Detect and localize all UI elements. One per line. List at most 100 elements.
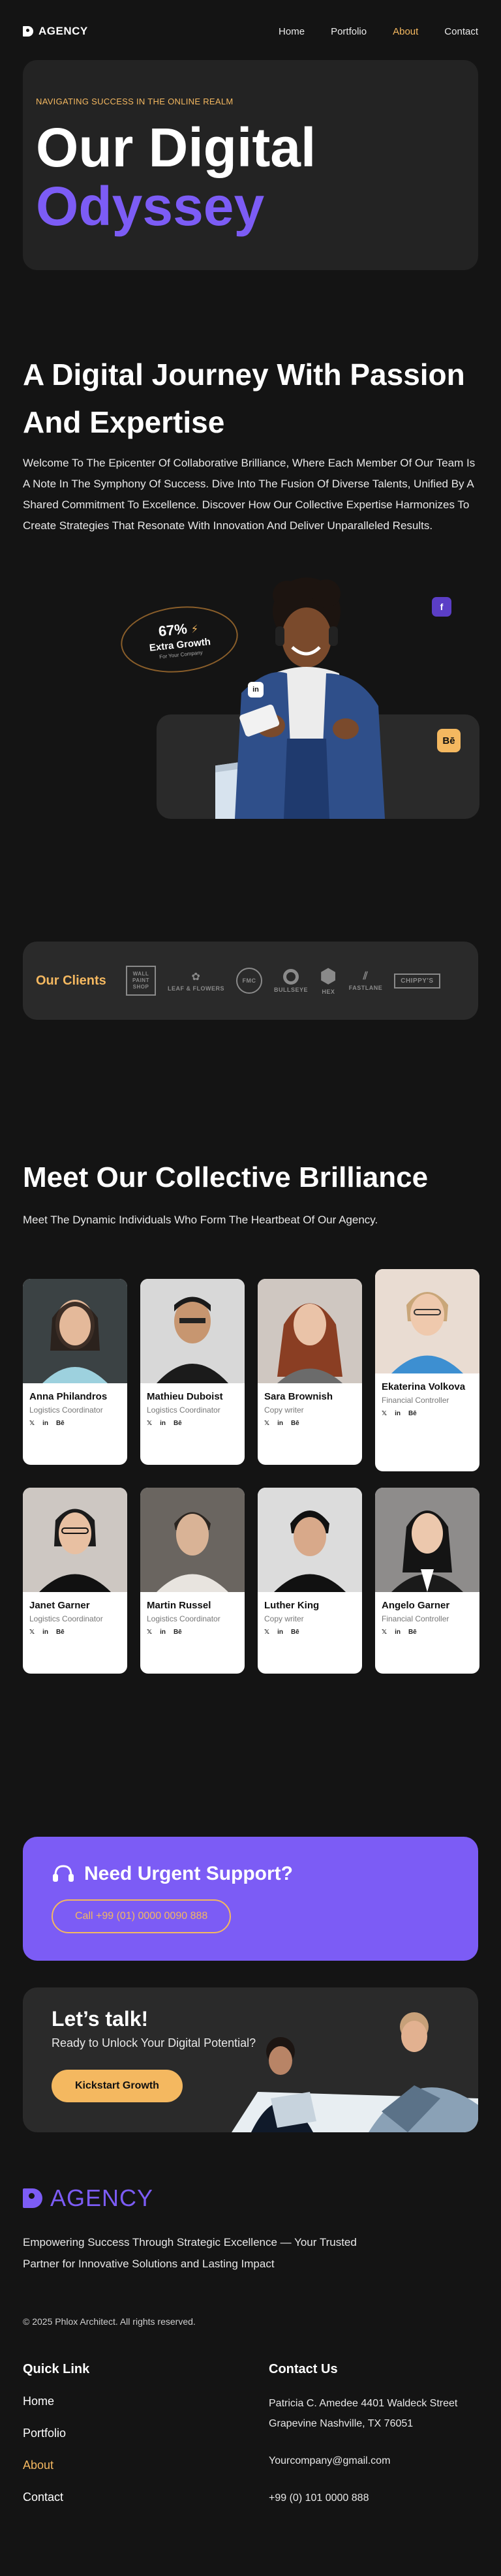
team-meeting-photo (232, 2012, 478, 2132)
contact-address-line1: Patricia C. Amedee 4401 Waldeck Street (269, 2398, 458, 2409)
footer-link-portfolio[interactable]: Portfolio (23, 2427, 66, 2440)
linkedin-icon[interactable]: in (42, 1420, 48, 1427)
hero-kicker: NAVIGATING SUCCESS IN THE ONLINE REALM (36, 97, 234, 106)
behance-icon[interactable]: Bē (408, 1410, 417, 1417)
linkedin-icon[interactable]: in (160, 1629, 166, 1636)
x-icon[interactable]: 𝕏 (147, 1420, 152, 1427)
behance-icon[interactable]: Bē (437, 729, 461, 752)
client-logo-wallpaint: WALL PAINT SHOP (126, 966, 156, 996)
footer-brand-name: AGENCY (50, 2185, 154, 2211)
headset-icon (53, 1865, 74, 1882)
talk-banner: Let’s talk! Ready to Unlock Your Digital… (23, 1987, 478, 2132)
x-icon[interactable]: 𝕏 (147, 1629, 152, 1636)
nav-link-contact[interactable]: Contact (444, 26, 478, 37)
team-card[interactable]: Luther King Copy writer 𝕏in Bē (258, 1488, 362, 1674)
team-card[interactable]: Janet Garner Logistics Coordinator 𝕏in Bē (23, 1488, 127, 1674)
linkedin-icon[interactable]: in (277, 1629, 283, 1636)
member-photo (375, 1488, 479, 1592)
behance-icon[interactable]: Bē (291, 1629, 299, 1636)
member-photo (23, 1279, 127, 1383)
linkedin-icon[interactable]: in (395, 1629, 401, 1636)
behance-icon[interactable]: Bē (408, 1629, 417, 1636)
team-card[interactable]: Ekaterina Volkova Financial Controller 𝕏i… (375, 1269, 479, 1471)
brand-logo[interactable]: AGENCY (23, 25, 88, 38)
footer-copyright: © 2025 Phlox Architect. All rights reser… (23, 2316, 196, 2327)
member-photo (258, 1488, 362, 1592)
journey-text: Welcome To The Epicenter Of Collaborativ… (23, 457, 476, 532)
linkedin-icon[interactable]: in (395, 1410, 401, 1417)
member-name: Ekaterina Volkova (382, 1381, 466, 1392)
client-logo-chippys: CHIPPY'S (394, 973, 440, 989)
member-name: Sara Brownish (264, 1391, 333, 1402)
contact-email[interactable]: Yourcompany@gmail.com (269, 2451, 457, 2471)
linkedin-icon[interactable]: in (42, 1629, 48, 1636)
behance-icon[interactable]: Bē (174, 1420, 182, 1427)
member-role: Financial Controller (382, 1396, 449, 1405)
contact-phone[interactable]: +99 (0) 101 0000 888 (269, 2488, 457, 2508)
team-card[interactable]: Angelo Garner Financial Controller 𝕏in Bē (375, 1488, 479, 1674)
member-role: Copy writer (264, 1405, 304, 1415)
member-photo (375, 1269, 479, 1373)
footer-tagline: Empowering Success Through Strategic Exc… (23, 2236, 357, 2270)
x-icon[interactable]: 𝕏 (29, 1420, 35, 1427)
person-with-phone-photo (215, 577, 385, 819)
footer-link-about[interactable]: About (23, 2459, 66, 2472)
kickstart-growth-button[interactable]: Kickstart Growth (52, 2070, 183, 2102)
member-name: Janet Garner (29, 1600, 90, 1611)
hero-title-line1: Our Digital (36, 117, 316, 178)
team-title: Meet Our Collective Brilliance (23, 1161, 429, 1193)
behance-icon[interactable]: Bē (56, 1420, 65, 1427)
footer-brand[interactable]: AGENCY (23, 2185, 153, 2212)
support-title: Need Urgent Support? (84, 1863, 293, 1884)
journey-title: A Digital Journey With Passion And Exper… (23, 358, 465, 439)
member-role: Logistics Coordinator (147, 1405, 220, 1415)
nav-link-home[interactable]: Home (279, 26, 305, 37)
behance-icon[interactable]: Bē (56, 1629, 65, 1636)
behance-icon[interactable]: Bē (291, 1420, 299, 1427)
member-role: Logistics Coordinator (29, 1614, 103, 1623)
member-name: Anna Philandros (29, 1391, 108, 1402)
brand-mark-icon (23, 26, 33, 37)
bolt-icon: ⚡ (190, 623, 200, 636)
top-nav: AGENCY Home Portfolio About Contact (23, 20, 478, 43)
page: AGENCY Home Portfolio About Contact NAVI… (0, 0, 501, 2576)
client-logo-fastlane: ⫽ FASTLANE (348, 970, 383, 991)
linkedin-icon[interactable]: in (160, 1420, 166, 1427)
linkedin-icon[interactable]: in (248, 682, 264, 698)
quick-links: Home Portfolio About Contact (23, 2395, 66, 2504)
footer-link-home[interactable]: Home (23, 2395, 66, 2408)
x-icon[interactable]: 𝕏 (264, 1420, 269, 1427)
client-logo-leaf: ✿ LEAF & FLOWERS (168, 971, 224, 992)
team-card[interactable]: Sara Brownish Copy writer 𝕏in Bē (258, 1279, 362, 1465)
member-name: Mathieu Duboist (147, 1391, 223, 1402)
linkedin-icon[interactable]: in (277, 1420, 283, 1427)
contact-info: Patricia C. Amedee 4401 Waldeck Street G… (269, 2393, 457, 2508)
x-icon[interactable]: 𝕏 (382, 1410, 387, 1417)
team-card[interactable]: Mathieu Duboist Logistics Coordinator 𝕏in… (140, 1279, 245, 1465)
member-role: Copy writer (264, 1614, 304, 1623)
brand-name: AGENCY (38, 25, 88, 37)
contact-address-line2: Grapevine Nashville, TX 76051 (269, 2418, 414, 2429)
behance-icon[interactable]: Bē (174, 1629, 182, 1636)
member-photo (258, 1279, 362, 1383)
nav-link-about[interactable]: About (393, 26, 418, 37)
team-card[interactable]: Anna Philandros Logistics Coordinator 𝕏in… (23, 1279, 127, 1465)
nav-link-portfolio[interactable]: Portfolio (331, 26, 367, 37)
team-card[interactable]: Martin Russel Logistics Coordinator 𝕏in Bē (140, 1488, 245, 1674)
clients-title: Our Clients (36, 973, 106, 988)
x-icon[interactable]: 𝕏 (382, 1629, 387, 1636)
member-role: Logistics Coordinator (147, 1614, 220, 1623)
hero-card: NAVIGATING SUCCESS IN THE ONLINE REALM O… (23, 60, 478, 270)
client-logo-bullseye: BULLSEYE (274, 968, 308, 993)
member-photo (140, 1279, 245, 1383)
member-name: Angelo Garner (382, 1600, 450, 1611)
clients-strip: Our Clients WALL PAINT SHOP ✿ LEAF & FLOW… (23, 942, 478, 1020)
facebook-icon[interactable]: f (432, 597, 451, 617)
x-icon[interactable]: 𝕏 (29, 1629, 35, 1636)
client-logos: WALL PAINT SHOP ✿ LEAF & FLOWERS FMC BULL… (126, 966, 440, 996)
x-icon[interactable]: 𝕏 (264, 1629, 269, 1636)
team-subtitle: Meet The Dynamic Individuals Who Form Th… (23, 1214, 378, 1226)
call-button[interactable]: Call +99 (01) 0000 0090 888 (52, 1899, 232, 1933)
footer-link-contact[interactable]: Contact (23, 2491, 66, 2504)
contact-title: Contact Us (269, 2362, 338, 2376)
